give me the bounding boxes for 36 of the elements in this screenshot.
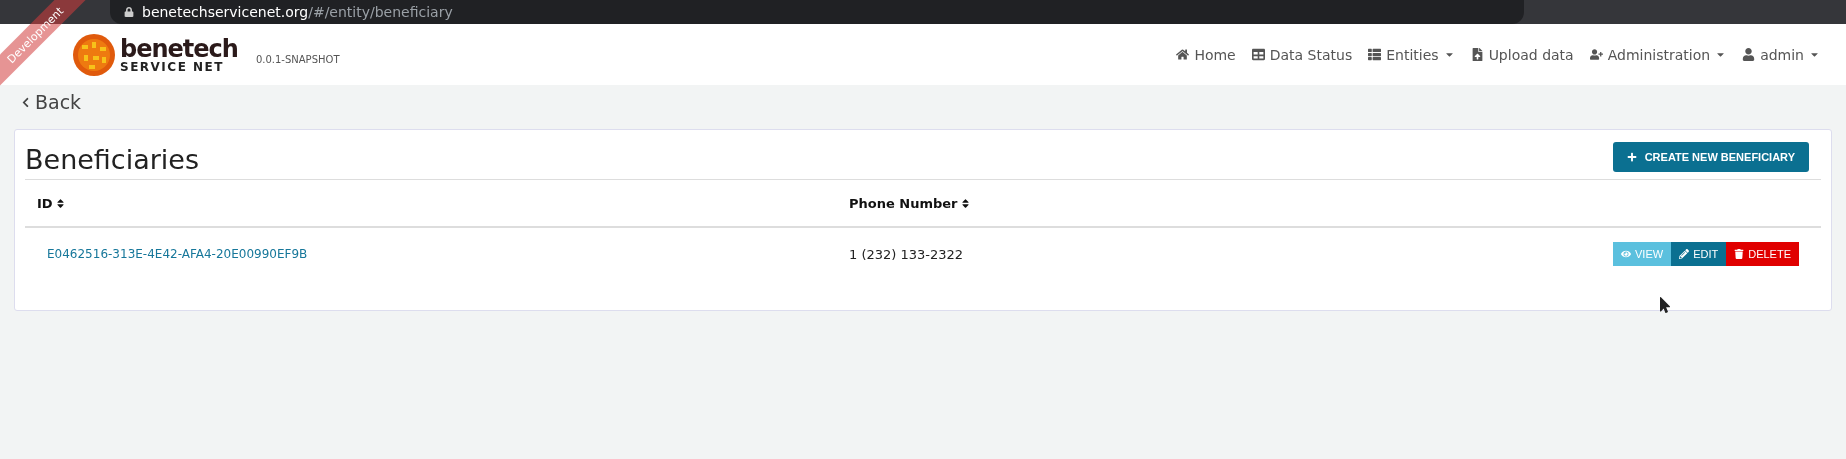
chevron-icon: [20, 96, 31, 108]
url-text: benetechservicenet.org/#/entity/beneficiary: [142, 4, 453, 20]
back-link[interactable]: Back: [20, 91, 82, 113]
nav-item[interactable]: Upload data: [1470, 46, 1574, 63]
nav-item[interactable]: Administration: [1589, 46, 1727, 63]
brand-subtitle: SERVICE NET: [120, 60, 225, 73]
table-cell-text: 1 (232) 133-2322: [849, 246, 965, 262]
nav-item[interactable]: Data Status: [1251, 46, 1353, 63]
nav-item[interactable]: Home: [1176, 46, 1236, 63]
add-user-icon: [1589, 48, 1603, 61]
page-title: Beneficiaries: [25, 144, 200, 175]
pencil-icon: [1679, 249, 1690, 259]
edit-button[interactable]: EDIT: [1671, 242, 1727, 266]
logo-icon: [72, 32, 116, 77]
list-icon: [1368, 48, 1382, 61]
sort-icon: [54, 197, 66, 209]
nav-item[interactable]: admin: [1742, 46, 1820, 63]
eye-icon: [1621, 249, 1631, 259]
brand-name: benetech: [120, 36, 238, 61]
table-icon: [1251, 48, 1265, 61]
id-link[interactable]: E0462516-313E-4E42-AFA4-20E00990EF9B: [47, 247, 849, 261]
nav-item[interactable]: Entities: [1368, 46, 1455, 63]
upload-icon: [1470, 48, 1484, 61]
cursor-icon: [1657, 297, 1673, 313]
address-bar[interactable]: benetechservicenet.org/#/entity/beneficiary: [110, 0, 1524, 24]
lock-icon: [124, 7, 134, 17]
sort-icon: [959, 197, 971, 209]
column-header[interactable]: Phone Number: [849, 195, 1809, 211]
user-icon: [1742, 48, 1756, 61]
trash-icon: [1734, 249, 1745, 259]
delete-button[interactable]: DELETE: [1726, 242, 1799, 266]
home-icon: [1176, 48, 1190, 61]
version-label: 0.0.1-SNAPSHOT: [255, 54, 340, 65]
create-button[interactable]: CREATE NEW BENEFICIARY: [1612, 141, 1809, 172]
plus-icon: [1626, 151, 1637, 162]
column-header[interactable]: ID: [37, 195, 849, 211]
